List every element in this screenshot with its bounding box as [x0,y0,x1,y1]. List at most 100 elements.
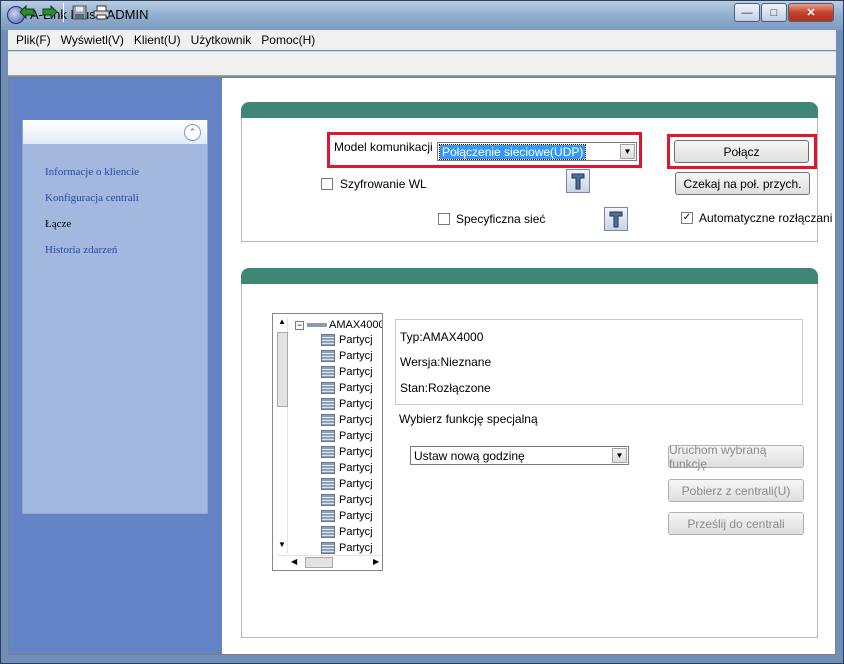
tree-root[interactable]: − AMAX4000 [295,317,383,333]
maximize-button[interactable]: □ [761,3,787,22]
connection-panel-header [241,102,818,118]
partition-icon [321,526,335,538]
specific-network-label: Specyficzna sieć [456,212,546,226]
collapse-node-icon: − [295,319,304,330]
device-tree[interactable]: ▲ ▼ ◀ ▶ − AMAX4000 Partycj Partycj Partycj… [272,313,383,571]
device-status: Stan:Rozłączone [400,381,491,395]
menu-help[interactable]: Pomoc(H) [261,33,315,47]
tree-node-label: Partycj [339,382,373,394]
tree-node[interactable]: Partycj [321,492,373,508]
tree-node[interactable]: Partycj [321,476,373,492]
menu-file[interactable]: Plik(F) [16,33,51,47]
encryption-settings-button[interactable] [566,169,590,193]
tree-node-label: Partycj [339,542,373,554]
special-function-label: Wybierz funkcję specjalną [399,412,538,426]
scroll-right-icon: ▶ [373,557,380,566]
tool-icon [609,211,623,228]
encryption-label: Szyfrowanie WL [340,177,427,191]
tree-node[interactable]: Partycj [321,508,373,524]
run-function-button[interactable]: Uruchom wybraną funkcję [668,442,804,471]
arrow-right-icon [42,5,58,19]
sidebar-item-connection[interactable]: Łącze [45,218,71,230]
tree-node[interactable]: Partycj [321,524,373,540]
sidebar-item-client-info[interactable]: Informacje o kliencie [45,166,139,178]
save-button[interactable] [70,4,88,20]
menu-client[interactable]: Klient(U) [134,33,181,47]
tree-node[interactable]: Partycj [321,380,373,396]
model-select[interactable]: Połączenie sieciowe(UDP) ▼ [437,142,637,161]
tree-root-label: AMAX4000 [329,319,383,331]
tool-icon [571,173,585,190]
save-icon [72,5,86,19]
partition-icon [321,478,335,490]
device-info-box: Typ:AMAX4000 Wersja:Nieznane Stan:Rozłąc… [395,319,803,405]
tree-node[interactable]: Partycj [321,332,373,348]
chevron-down-icon: ▼ [612,448,627,463]
run-function-label: Uruchom wybraną funkcję [669,442,767,471]
wait-incoming-label: Czekaj na poł. przych. [683,176,802,191]
fetch-from-panel-button[interactable]: Pobierz z centrali(U) [668,479,804,502]
device-version: Wersja:Nieznane [400,355,492,369]
chevron-down-icon: ▼ [620,144,635,159]
minimize-button[interactable]: — [734,3,760,22]
fetch-from-panel-label: Pobierz z centrali(U) [681,483,791,498]
tree-vscrollbar[interactable]: ▲ ▼ [277,317,288,553]
scroll-down-icon: ▼ [278,540,286,549]
connect-button[interactable]: Połącz [674,140,809,163]
menu-user[interactable]: Użytkownik [191,33,252,47]
partition-icon [321,366,335,378]
tree-node-label: Partycj [339,414,373,426]
connect-button-label: Połącz [723,144,760,159]
back-button[interactable] [18,4,36,20]
tree-node[interactable]: Partycj [321,428,373,444]
network-settings-button[interactable] [604,207,628,231]
partition-icon [321,414,335,426]
auto-disconnect-label: Automatyczne rozłączanie w [699,211,832,225]
print-button[interactable] [92,4,110,20]
checkmark-icon: ✓ [682,212,692,223]
wait-incoming-button[interactable]: Czekaj na poł. przych. [675,172,810,195]
tree-node[interactable]: Partycj [321,444,373,460]
minimize-icon: — [741,6,753,19]
sidebar-item-event-history[interactable]: Historia zdarzeń [45,244,117,256]
forward-button[interactable] [40,4,58,20]
tree-node[interactable]: Partycj [321,540,373,556]
scroll-left-icon: ◀ [291,557,298,566]
specific-network-checkbox[interactable] [438,213,450,225]
partition-icon [321,510,335,522]
partition-icon [321,542,335,554]
tree-node-label: Partycj [339,430,373,442]
toolbar [8,51,836,76]
tree-node-label: Partycj [339,478,373,490]
special-function-select[interactable]: Ustaw nową godzinę ▼ [410,446,629,465]
tree-node-label: Partycj [339,494,373,506]
tree-node[interactable]: Partycj [321,396,373,412]
tree-node[interactable]: Partycj [321,412,373,428]
device-panel-header [241,268,818,284]
hscrollbar-thumb[interactable] [305,557,333,568]
tree-node-label: Partycj [339,462,373,474]
partition-icon [321,446,335,458]
tree-node[interactable]: Partycj [321,460,373,476]
printer-icon [93,5,109,19]
scrollbar-thumb[interactable] [277,332,288,407]
partition-icon [321,462,335,474]
partition-icon [321,382,335,394]
special-function-value: Ustaw nową godzinę [414,448,525,463]
send-to-panel-label: Prześlij do centrali [687,516,785,531]
auto-disconnect-checkbox[interactable]: ✓ [681,212,693,224]
partition-icon [321,350,335,362]
encryption-checkbox[interactable] [321,178,333,190]
tree-hscrollbar[interactable]: ◀ ▶ [277,555,381,569]
partition-icon [321,398,335,410]
tree-node[interactable]: Partycj [321,348,373,364]
tree-node-label: Partycj [339,334,373,346]
close-button[interactable]: ✕ [788,3,834,22]
collapse-button[interactable]: ⌃ [184,124,201,141]
menu-view[interactable]: Wyświetl(V) [61,33,124,47]
tree-node[interactable]: Partycj [321,364,373,380]
sidebar-item-panel-config[interactable]: Konfiguracja centrali [45,192,139,204]
partition-icon [321,334,335,346]
send-to-panel-button[interactable]: Prześlij do centrali [668,512,804,535]
partition-icon [321,430,335,442]
